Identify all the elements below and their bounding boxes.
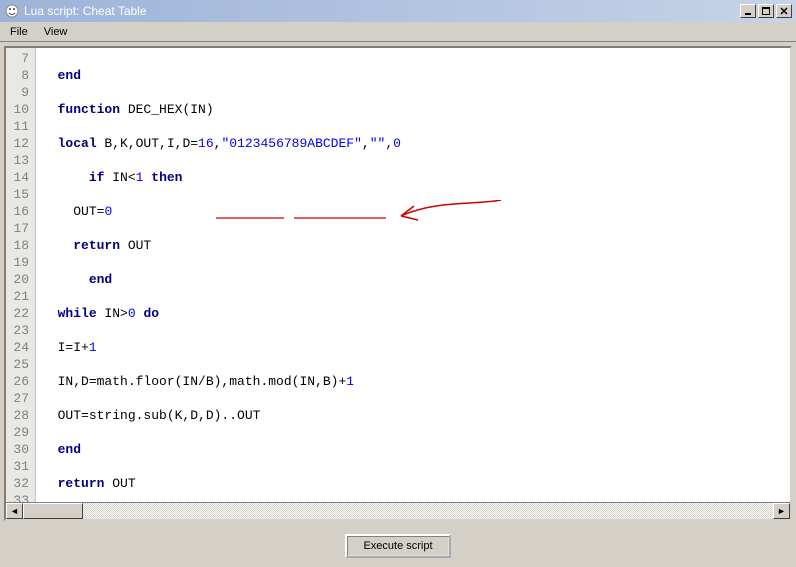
line-number: 16: [6, 203, 35, 220]
line-number: 10: [6, 101, 35, 118]
scroll-right-button[interactable]: ►: [773, 503, 790, 519]
line-number: 26: [6, 373, 35, 390]
line-number: 12: [6, 135, 35, 152]
line-number: 20: [6, 271, 35, 288]
scroll-left-button[interactable]: ◄: [6, 503, 23, 519]
horizontal-scrollbar[interactable]: ◄ ►: [6, 502, 790, 519]
scroll-track[interactable]: [23, 503, 773, 519]
line-number: 18: [6, 237, 35, 254]
line-number: 17: [6, 220, 35, 237]
line-number: 7: [6, 50, 35, 67]
app-icon: [4, 3, 20, 19]
line-number: 15: [6, 186, 35, 203]
line-number: 28: [6, 407, 35, 424]
maximize-button[interactable]: [758, 4, 774, 18]
line-number: 30: [6, 441, 35, 458]
line-number: 8: [6, 67, 35, 84]
execute-script-button[interactable]: Execute script: [345, 534, 450, 558]
window-title: Lua script: Cheat Table: [24, 4, 738, 18]
line-number: 31: [6, 458, 35, 475]
line-number: 29: [6, 424, 35, 441]
window-buttons: [738, 4, 792, 18]
line-number: 9: [6, 84, 35, 101]
line-number: 21: [6, 288, 35, 305]
line-number: 22: [6, 305, 35, 322]
bottom-panel: Execute script: [0, 525, 796, 567]
close-button[interactable]: [776, 4, 792, 18]
line-number: 24: [6, 339, 35, 356]
line-number: 27: [6, 390, 35, 407]
line-number: 25: [6, 356, 35, 373]
line-number: 33: [6, 492, 35, 502]
line-number: 11: [6, 118, 35, 135]
line-number: 32: [6, 475, 35, 492]
titlebar: Lua script: Cheat Table: [0, 0, 796, 22]
line-number: 19: [6, 254, 35, 271]
code-area[interactable]: end function DEC_HEX(IN) local B,K,OUT,I…: [36, 48, 790, 502]
line-number: 13: [6, 152, 35, 169]
editor-body: 7891011121314151617181920212223242526272…: [6, 48, 790, 502]
minimize-button[interactable]: [740, 4, 756, 18]
line-number: 23: [6, 322, 35, 339]
menubar: File View: [0, 22, 796, 42]
scroll-thumb[interactable]: [23, 503, 83, 519]
line-number: 14: [6, 169, 35, 186]
menu-file[interactable]: File: [2, 24, 36, 40]
line-number-gutter: 7891011121314151617181920212223242526272…: [6, 48, 36, 502]
menu-view[interactable]: View: [36, 24, 76, 40]
code-editor: 7891011121314151617181920212223242526272…: [4, 46, 792, 521]
